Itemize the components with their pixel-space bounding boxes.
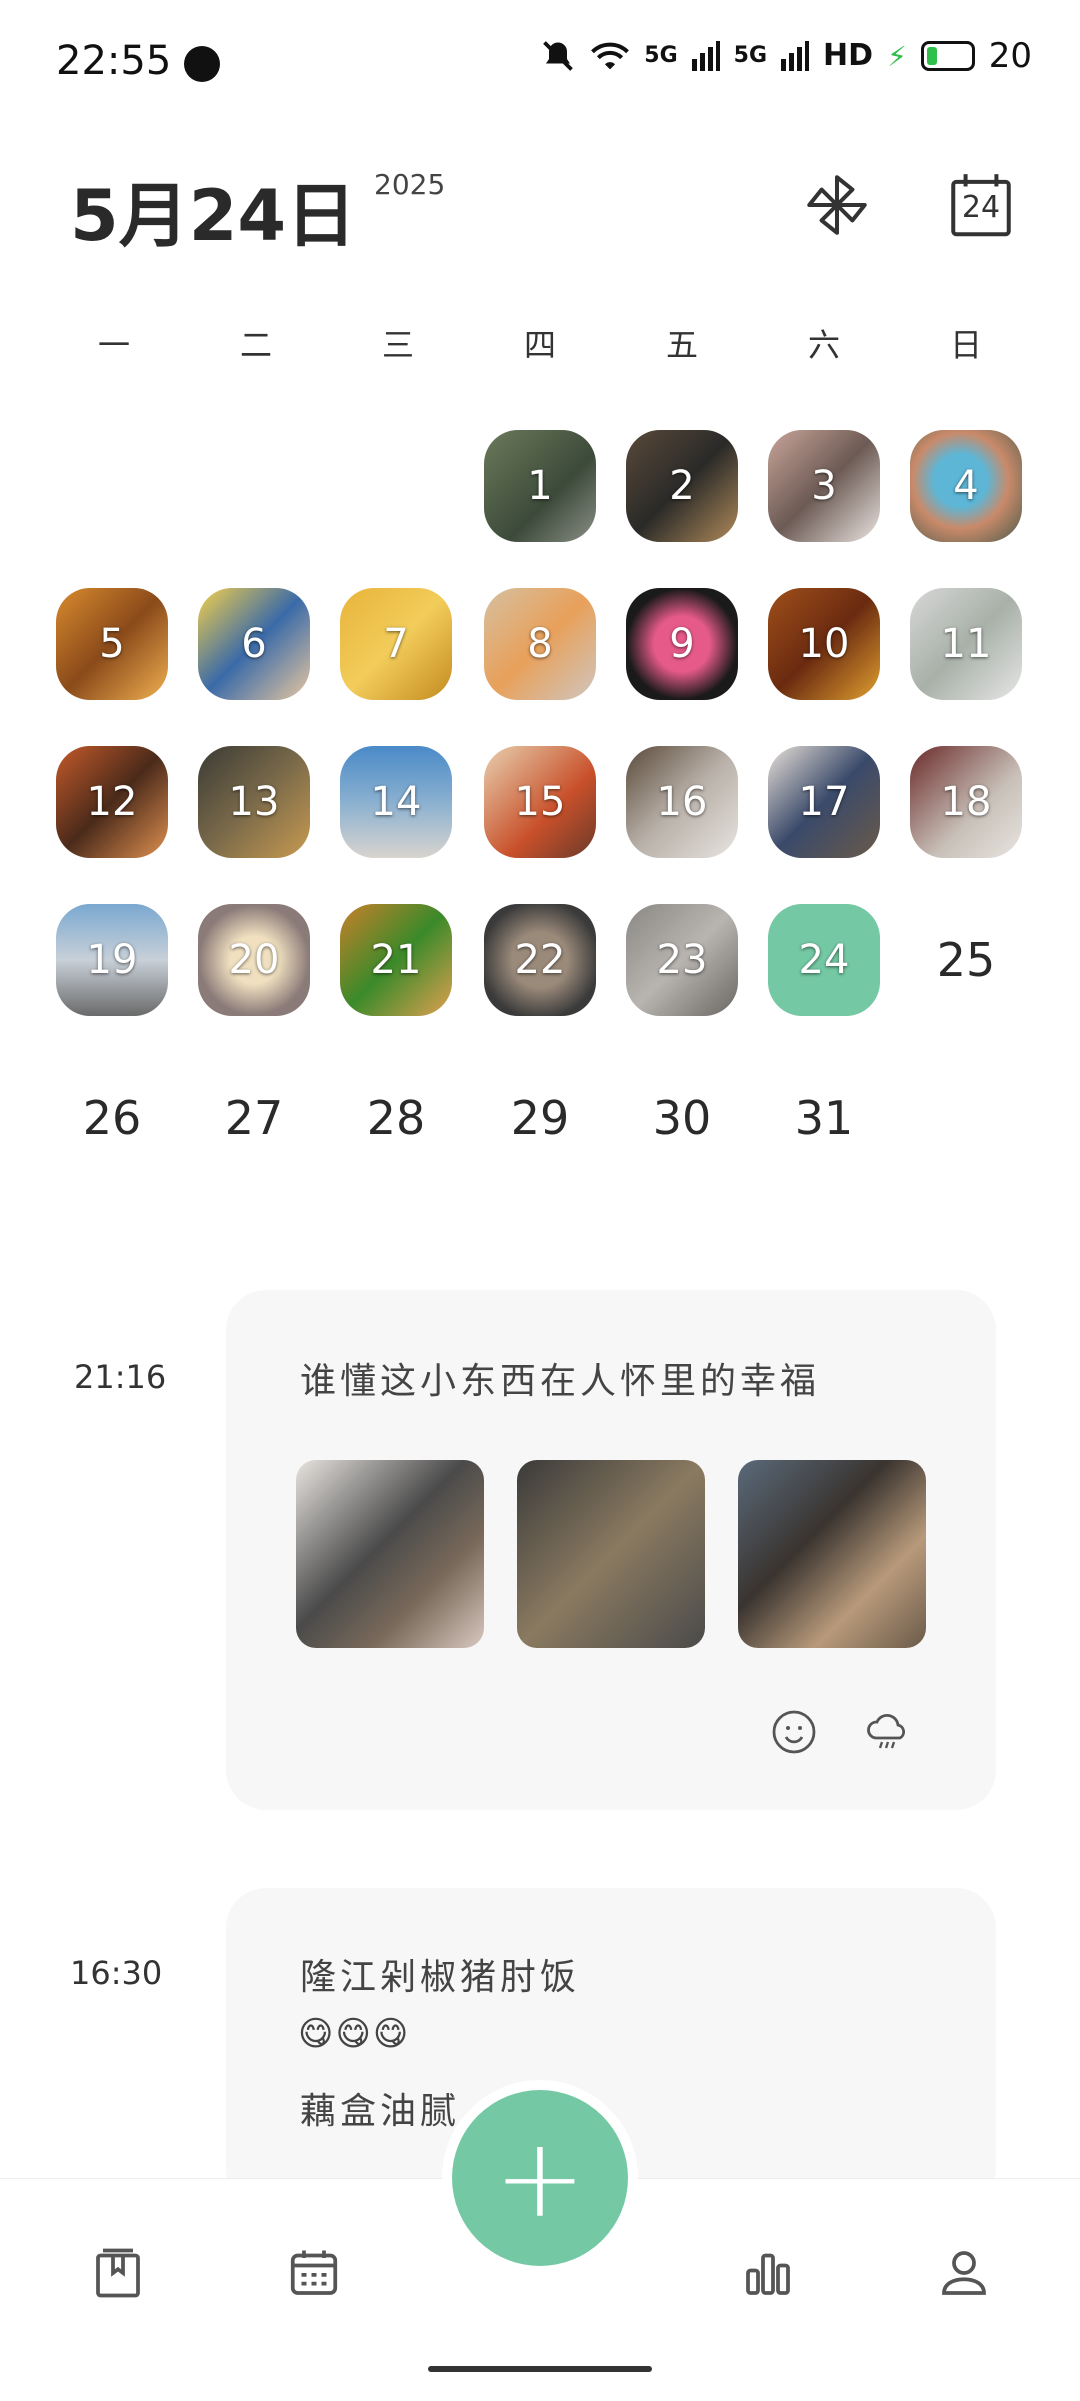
calendar-day[interactable]: 6 bbox=[198, 588, 310, 700]
calendar-day[interactable]: 22 bbox=[484, 904, 596, 1016]
wifi-icon bbox=[591, 42, 630, 70]
charging-icon: ⚡ bbox=[887, 39, 907, 73]
calendar-day[interactable]: 15 bbox=[484, 746, 596, 858]
calendar-day[interactable]: 17 bbox=[768, 746, 880, 858]
calendar-day[interactable]: 14 bbox=[340, 746, 452, 858]
battery-level: 20 bbox=[988, 36, 1032, 76]
year-label: 2025 bbox=[374, 168, 446, 201]
calendar-day[interactable]: 29 bbox=[484, 1062, 596, 1174]
smile-icon[interactable] bbox=[770, 1708, 818, 1756]
mute-icon bbox=[543, 41, 574, 71]
plus-icon: + bbox=[493, 2114, 587, 2242]
diary-entry-card[interactable]: 谁懂这小东西在人怀里的幸福 bbox=[226, 1290, 996, 1810]
calendar-day[interactable]: 20 bbox=[198, 904, 310, 1016]
stats-icon[interactable] bbox=[738, 2243, 798, 2303]
calendar-day[interactable]: 13 bbox=[198, 746, 310, 858]
entry-text: 藕盒油腻 bbox=[300, 2091, 461, 2132]
calendar-day[interactable]: 21 bbox=[340, 904, 452, 1016]
status-time: 22:55 bbox=[56, 38, 172, 84]
calendar-day[interactable]: 31 bbox=[768, 1062, 880, 1174]
calendar-day[interactable]: 11 bbox=[910, 588, 1022, 700]
weekday-row: 一 二 三 四 五 六 日 bbox=[0, 320, 1080, 380]
calendar-day[interactable]: 27 bbox=[198, 1062, 310, 1174]
calendar-day[interactable]: 2 bbox=[626, 430, 738, 542]
calendar-day[interactable]: 1 bbox=[484, 430, 596, 542]
calendar-day[interactable]: 30 bbox=[626, 1062, 738, 1174]
calendar-day-today[interactable]: 24 bbox=[768, 904, 880, 1016]
status-bar: 22:55 5G 5G HD ⚡ 20 bbox=[0, 0, 1080, 120]
calendar-day[interactable]: 26 bbox=[56, 1062, 168, 1174]
entry-emoji: 😋😋😋 bbox=[298, 2014, 411, 2054]
calendar-day[interactable]: 28 bbox=[340, 1062, 452, 1174]
calendar-day[interactable]: 16 bbox=[626, 746, 738, 858]
hd-label: HD bbox=[823, 38, 874, 73]
weekday-tue: 二 bbox=[239, 326, 272, 364]
add-entry-button[interactable]: + bbox=[452, 2090, 628, 2266]
signal-bars-icon bbox=[691, 41, 720, 71]
battery-icon bbox=[920, 41, 975, 71]
weekday-thu: 四 bbox=[523, 326, 556, 364]
weekday-mon: 一 bbox=[97, 326, 130, 364]
signal-5g-2: 5G bbox=[733, 43, 768, 68]
calendar-day[interactable]: 3 bbox=[768, 430, 880, 542]
calendar-icon[interactable]: 24 bbox=[944, 168, 1018, 242]
weekday-sun: 日 bbox=[949, 326, 982, 364]
calendar-day[interactable]: 8 bbox=[484, 588, 596, 700]
diary-icon[interactable] bbox=[88, 2243, 148, 2303]
calendar-day[interactable]: 25 bbox=[910, 904, 1022, 1016]
profile-icon[interactable] bbox=[934, 2243, 994, 2303]
calendar-tab-icon[interactable] bbox=[284, 2243, 344, 2303]
entry-photo[interactable] bbox=[296, 1460, 484, 1648]
signal-5g-1: 5G bbox=[644, 43, 678, 68]
camera-dot bbox=[184, 46, 220, 82]
calendar-day[interactable]: 7 bbox=[340, 588, 452, 700]
entry-time: 16:30 bbox=[70, 1954, 163, 1992]
weather-icon[interactable] bbox=[864, 1708, 912, 1756]
calendar-day[interactable]: 10 bbox=[768, 588, 880, 700]
entry-photo[interactable] bbox=[517, 1460, 705, 1648]
calendar-day[interactable]: 18 bbox=[910, 746, 1022, 858]
signal-bars-icon bbox=[781, 41, 810, 71]
calendar-day[interactable]: 19 bbox=[56, 904, 168, 1016]
entry-text: 谁懂这小东西在人怀里的幸福 bbox=[300, 1361, 821, 1402]
entry-photo[interactable] bbox=[738, 1460, 926, 1648]
status-icons: 5G 5G HD ⚡ 20 bbox=[540, 36, 1032, 76]
calendar-day[interactable]: 5 bbox=[56, 588, 168, 700]
calendar-icon-day: 24 bbox=[961, 190, 1001, 225]
weekday-fri: 五 bbox=[665, 326, 698, 364]
entry-text: 隆江剁椒猪肘饭 bbox=[300, 1957, 581, 1998]
calendar-day[interactable]: 12 bbox=[56, 746, 168, 858]
page-title: 5月24日 bbox=[70, 175, 357, 257]
calendar-day[interactable]: 9 bbox=[626, 588, 738, 700]
calendar-day[interactable]: 4 bbox=[910, 430, 1022, 542]
entry-time: 21:16 bbox=[74, 1358, 167, 1396]
weekday-sat: 六 bbox=[807, 326, 840, 364]
pinwheel-icon[interactable] bbox=[800, 168, 874, 242]
weekday-wed: 三 bbox=[381, 326, 414, 364]
home-indicator[interactable] bbox=[428, 2366, 652, 2372]
calendar-day[interactable]: 23 bbox=[626, 904, 738, 1016]
